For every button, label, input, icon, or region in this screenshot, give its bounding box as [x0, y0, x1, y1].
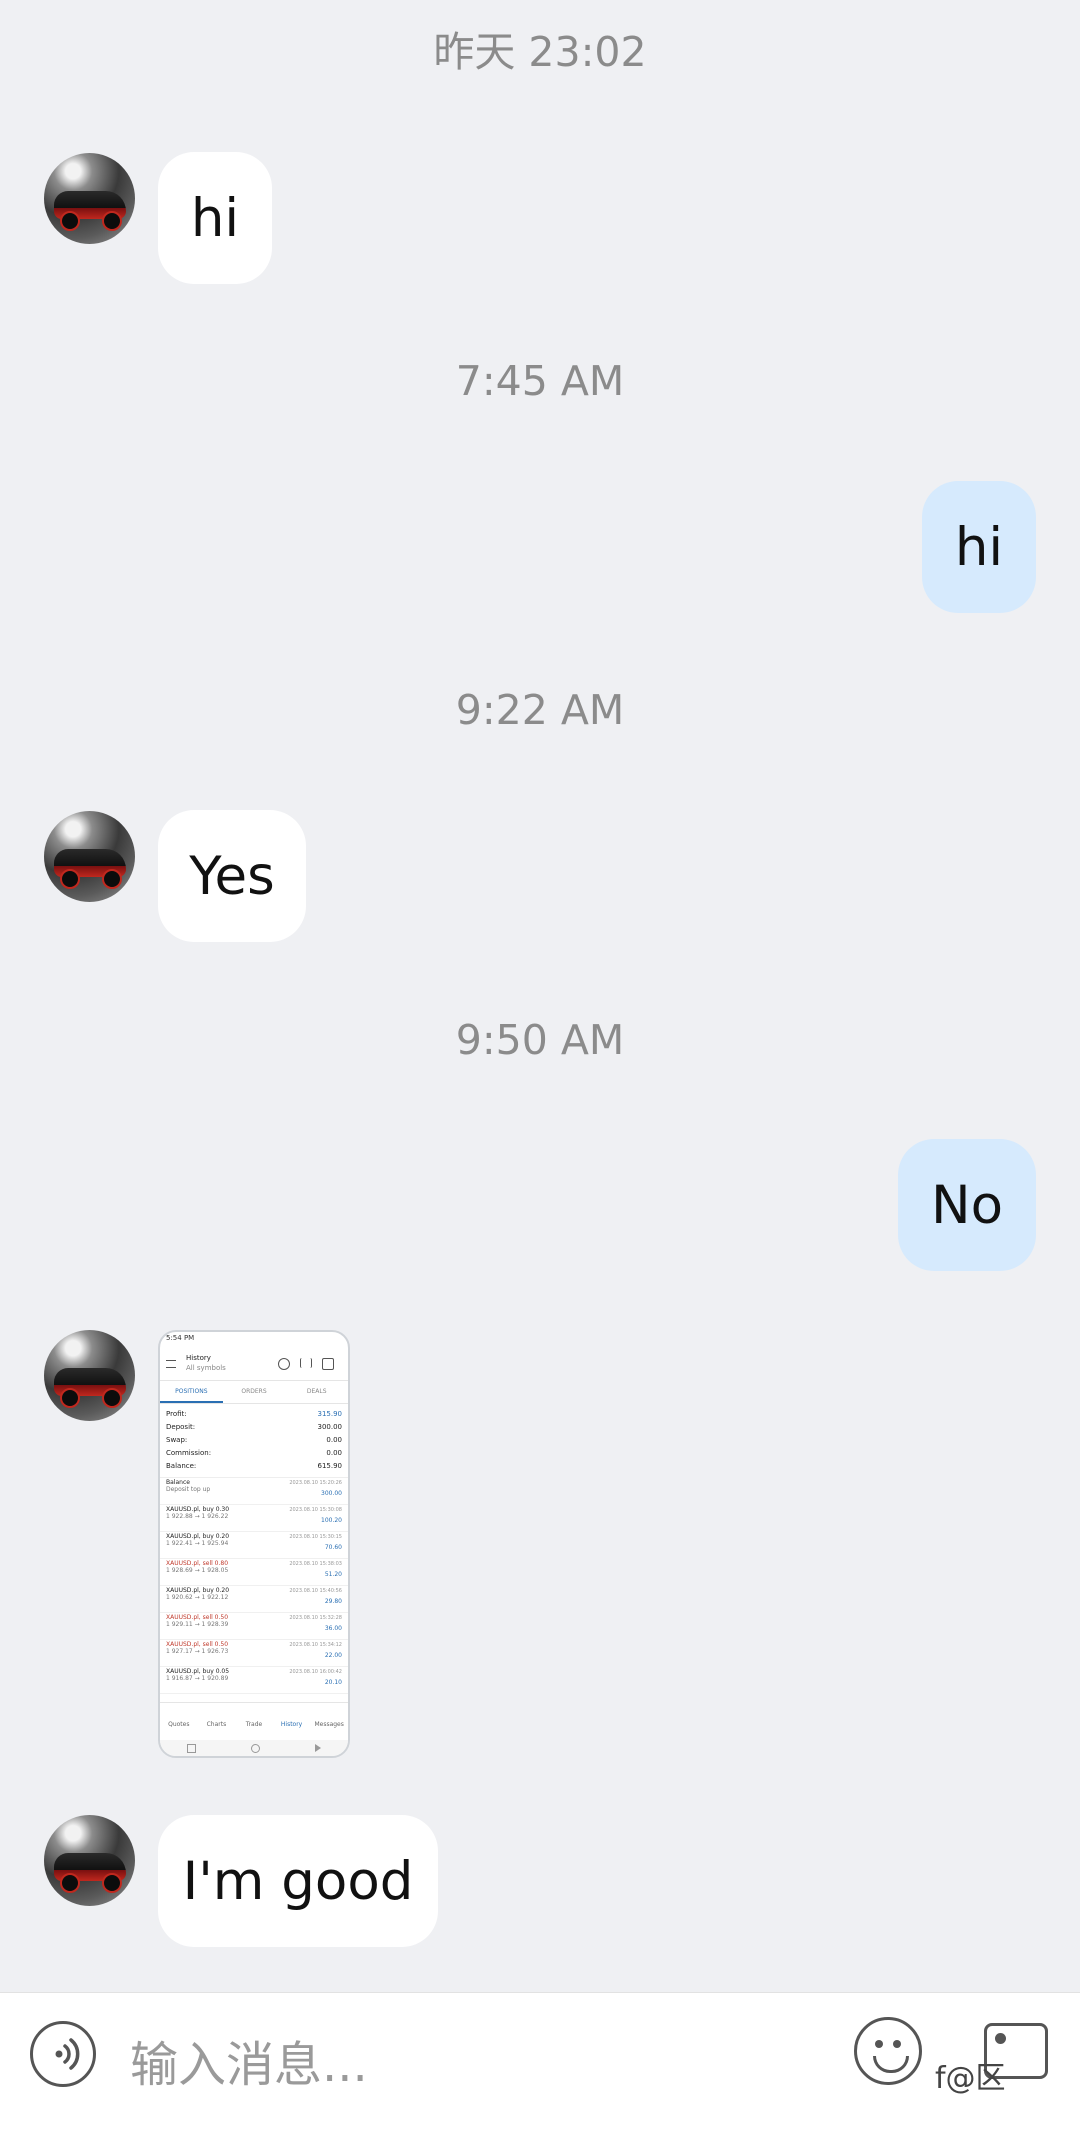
nav-quotes: Quotes	[168, 1721, 190, 1728]
avatar[interactable]	[44, 1815, 135, 1906]
list-item: XAUUSD.pl, buy 0.20 1 920.62 → 1 922.12 20…	[160, 1586, 348, 1613]
timestamp: 昨天 23:02	[433, 28, 647, 76]
voice-icon[interactable]	[30, 2021, 96, 2087]
status-bar: 5:54 PM	[166, 1334, 195, 1342]
list-item: Balance Deposit top up 2023.08.10 15:20:26…	[160, 1478, 348, 1505]
tab-orders: ORDERS	[241, 1388, 267, 1395]
list-item: XAUUSD.pl, buy 0.30 1 922.88 → 1 926.22 20…	[160, 1505, 348, 1532]
tab-positions: POSITIONS	[160, 1381, 223, 1403]
calendar-icon	[322, 1358, 334, 1370]
tab-deals: DEALS	[306, 1388, 327, 1395]
nav-trade: Trade	[245, 1721, 263, 1728]
history-list: Balance Deposit top up 2023.08.10 15:20:26…	[160, 1477, 348, 1694]
timestamp: 7:45 AM	[455, 357, 625, 405]
summary-row: Swap: 0.00	[166, 1436, 342, 1444]
message-bubble-incoming[interactable]: I'm good	[158, 1815, 438, 1947]
message-bubble-outgoing[interactable]: hi	[922, 481, 1036, 613]
menu-icon	[166, 1360, 176, 1368]
timestamp: 9:22 AM	[455, 686, 625, 734]
refresh-icon	[278, 1358, 290, 1370]
summary-row: Profit: 315.90	[166, 1410, 342, 1418]
message-input[interactable]: 输入消息...	[130, 2025, 368, 2095]
message-bubble-incoming[interactable]: hi	[158, 152, 272, 284]
input-bar: 输入消息... f@区	[0, 1992, 1080, 2136]
app-header: History All symbols	[160, 1350, 348, 1381]
message-bubble-incoming[interactable]: Yes	[158, 810, 306, 942]
nav-history: History	[280, 1721, 303, 1728]
summary: Profit: 315.90 Deposit: 300.00 Swap: 0.00 C…	[160, 1404, 348, 1477]
page-title: History	[186, 1354, 211, 1362]
avatar[interactable]	[44, 153, 135, 244]
list-item: XAUUSD.pl, sell 0.80 1 928.69 → 1 928.05 2…	[160, 1559, 348, 1586]
timestamp: 9:50 AM	[455, 1016, 625, 1064]
summary-row: Balance: 615.90	[166, 1462, 342, 1470]
nav-messages: Messages	[314, 1721, 344, 1728]
list-item: XAUUSD.pl, sell 0.50 1 929.11 → 1 928.39 2…	[160, 1613, 348, 1640]
system-nav-bar	[160, 1740, 348, 1756]
list-item: XAUUSD.pl, sell 0.50 1 927.17 → 1 926.73 2…	[160, 1640, 348, 1667]
list-item: XAUUSD.pl, buy 0.20 1 922.41 → 1 925.94 20…	[160, 1532, 348, 1559]
image-message[interactable]: 5:54 PM History All symbols POSITIONS OR…	[158, 1330, 350, 1758]
watermark: f@区	[935, 2061, 1006, 2096]
sort-icon	[300, 1358, 312, 1368]
nav-charts: Charts	[206, 1721, 227, 1728]
tab-bar: POSITIONS ORDERS DEALS	[160, 1381, 348, 1404]
bottom-nav: Quotes Charts Trade History Messages	[160, 1702, 348, 1737]
emoji-icon[interactable]	[854, 2017, 922, 2085]
page-subtitle: All symbols	[186, 1364, 226, 1372]
list-item: XAUUSD.pl, buy 0.05 1 916.87 → 1 920.89 20…	[160, 1667, 348, 1694]
avatar[interactable]	[44, 1330, 135, 1421]
avatar[interactable]	[44, 811, 135, 902]
summary-row: Deposit: 300.00	[166, 1423, 342, 1431]
message-bubble-outgoing[interactable]: No	[898, 1139, 1036, 1271]
summary-row: Commission: 0.00	[166, 1449, 342, 1457]
